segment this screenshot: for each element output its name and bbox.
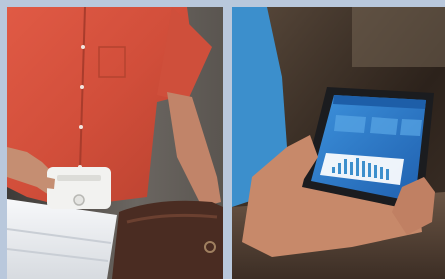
leather-bag <box>112 200 223 279</box>
photo-device-in-container <box>7 7 223 279</box>
photo-left-illustration <box>7 7 223 279</box>
photo-right-illustration <box>232 7 445 279</box>
photo-tablet-dashboard <box>232 7 445 279</box>
